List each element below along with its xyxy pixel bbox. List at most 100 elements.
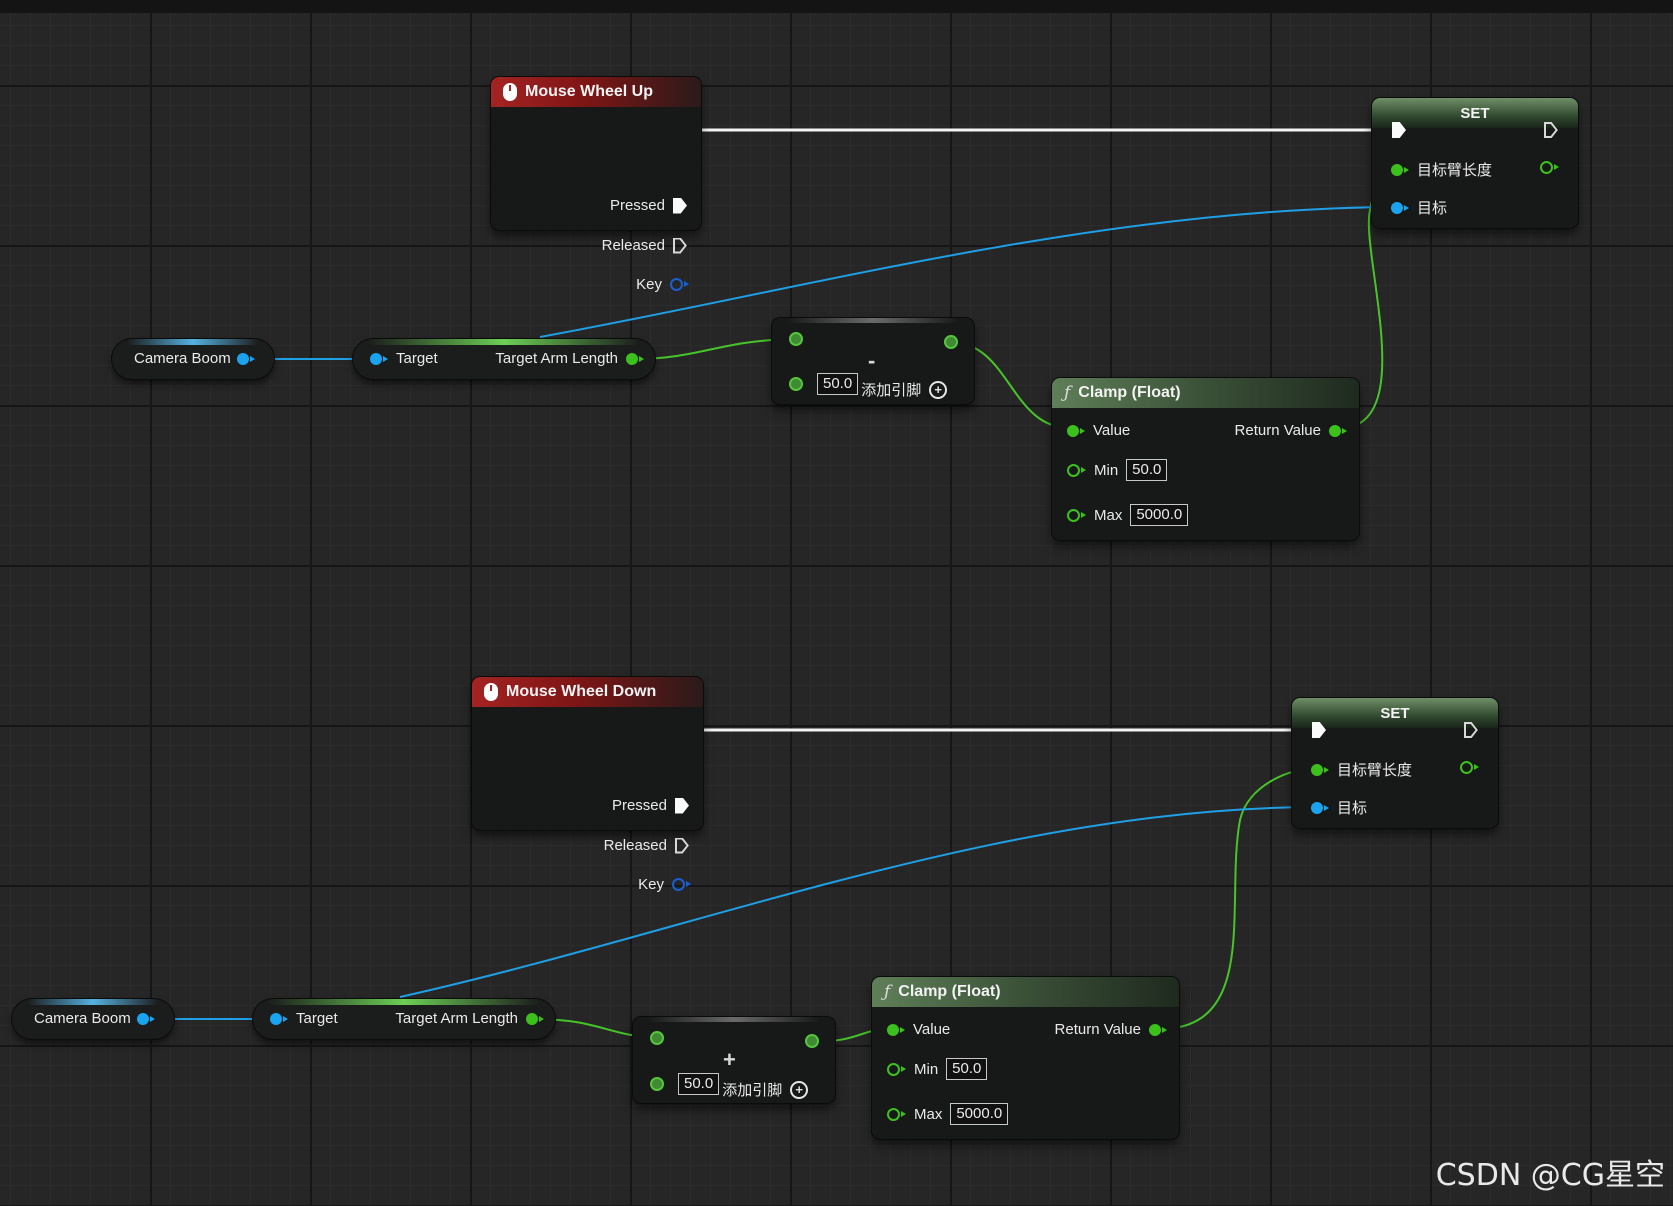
getter-input-row: Target [270, 1010, 338, 1027]
function-node-header: ƒ Clamp (Float) [1052, 378, 1359, 408]
float-output-pin[interactable] [1540, 161, 1559, 174]
pin-label: Max [1094, 506, 1123, 524]
exec-output-pin[interactable] [673, 238, 687, 254]
max-value-field[interactable]: 5000.0 [950, 1103, 1009, 1125]
float-input-pin[interactable] [789, 376, 803, 391]
math-input-row: 50.0 添加引脚 + [650, 1067, 809, 1100]
add-pin-label[interactable]: 添加引脚 [722, 1079, 782, 1100]
function-icon: ƒ [884, 982, 891, 1002]
set-node-arm-length[interactable]: SET 目标臂长度 目标 [1372, 98, 1578, 228]
add-pin-label[interactable]: 添加引脚 [861, 379, 921, 400]
target-arm-length-getter[interactable]: Target Target Arm Length [353, 339, 655, 379]
exec-output-pin[interactable] [673, 197, 687, 214]
clamp-return-row: Return Value [1054, 1021, 1167, 1038]
object-input-pin[interactable] [270, 1012, 288, 1025]
clamp-float-node[interactable]: ƒ Clamp (Float) Value Return Value Min 5… [1052, 378, 1359, 540]
float-input-pin[interactable] [887, 1062, 906, 1076]
clamp-min-row: Min 50.0 [1067, 459, 1168, 481]
math-input-row: 50.0 添加引脚 + [789, 367, 948, 400]
function-title: Clamp (Float) [898, 983, 1001, 1000]
camera-boom-variable[interactable]: Camera Boom [112, 339, 274, 379]
subtract-node[interactable]: - 50.0 添加引脚 + [772, 318, 974, 404]
object-input-pin[interactable] [370, 352, 388, 365]
pin-label: 目标臂长度 [1417, 162, 1493, 179]
clamp-min-row: Min 50.0 [887, 1058, 988, 1080]
pin-label: Released [601, 237, 665, 254]
float-output-pin[interactable] [944, 335, 958, 349]
float-output-pin[interactable] [526, 1012, 544, 1025]
set-arm-length-row: 目标臂长度 [1311, 759, 1412, 780]
clamp-max-row: Max 5000.0 [887, 1103, 1009, 1125]
pin-label: 目标 [1337, 800, 1368, 817]
function-icon: ƒ [1064, 383, 1071, 403]
exec-output-pin[interactable] [675, 838, 689, 854]
mouse-icon [503, 83, 517, 101]
min-value-field[interactable]: 50.0 [1126, 459, 1168, 481]
add-pin-icon[interactable]: + [929, 380, 948, 399]
object-input-pin[interactable] [1391, 201, 1409, 214]
event-node-mouse-wheel-down[interactable]: Mouse Wheel Down Pressed Released Key [472, 677, 703, 893]
set-node-arm-length[interactable]: SET 目标臂长度 目标 [1292, 698, 1498, 828]
value-field[interactable]: 50.0 [817, 372, 859, 395]
mouse-icon [484, 683, 498, 701]
function-title: Clamp (Float) [1078, 384, 1181, 401]
target-arm-length-getter[interactable]: Target Target Arm Length [253, 999, 555, 1039]
float-input-pin[interactable] [650, 1031, 664, 1045]
clamp-float-node[interactable]: ƒ Clamp (Float) Value Return Value Min 5… [872, 977, 1179, 1139]
event-title: Mouse Wheel Down [506, 683, 657, 700]
camera-boom-variable[interactable]: Camera Boom [12, 999, 174, 1039]
getter-input-row: Target [370, 350, 438, 367]
object-output-pin[interactable] [236, 352, 255, 365]
struct-output-pin[interactable] [670, 278, 689, 291]
clamp-value-row: Value [1067, 422, 1130, 439]
float-input-pin[interactable] [789, 332, 803, 346]
float-output-pin[interactable] [1149, 1023, 1167, 1036]
float-input-pin[interactable] [1391, 163, 1409, 176]
float-output-pin[interactable] [1329, 424, 1347, 437]
event-node-mouse-wheel-up[interactable]: Mouse Wheel Up Pressed Released Key [491, 77, 701, 293]
float-output-pin[interactable] [805, 1034, 819, 1048]
float-input-pin[interactable] [1067, 424, 1085, 437]
getter-output-row: Target Arm Length [495, 350, 644, 367]
add-pin-icon[interactable]: + [790, 1080, 809, 1099]
pin-label: 目标 [1417, 200, 1448, 217]
pin-label: Min [914, 1060, 939, 1078]
pin-label: Pressed [611, 797, 667, 814]
float-input-pin[interactable] [887, 1023, 905, 1036]
object-wire[interactable] [399, 806, 1318, 998]
pin-label: Released [603, 837, 667, 854]
object-output-pin[interactable] [136, 1012, 155, 1025]
max-value-field[interactable]: 5000.0 [1130, 504, 1189, 526]
event-title: Mouse Wheel Up [525, 83, 654, 100]
pin-label: Target [396, 350, 438, 367]
set-title: SET [1460, 104, 1490, 122]
watermark: CSDN @CG星空 [1435, 1158, 1665, 1193]
float-input-pin[interactable] [1311, 763, 1329, 776]
float-input-pin[interactable] [1067, 463, 1086, 477]
exec-output-pin[interactable] [675, 797, 689, 814]
float-output-pin[interactable] [626, 352, 644, 365]
value-field[interactable]: 50.0 [678, 1072, 720, 1095]
variable-label: Camera Boom [134, 350, 231, 367]
pin-label: Max [914, 1105, 943, 1123]
pin-label: Return Value [1054, 1021, 1141, 1038]
min-value-field[interactable]: 50.0 [946, 1058, 988, 1080]
pin-row-key: Key [493, 276, 689, 293]
float-input-pin[interactable] [650, 1076, 664, 1091]
getter-output-row: Target Arm Length [395, 1010, 544, 1027]
variable-label: Camera Boom [34, 1010, 131, 1027]
float-input-pin[interactable] [1067, 508, 1086, 522]
pin-label: Key [636, 276, 662, 293]
float-output-pin[interactable] [1460, 761, 1479, 774]
event-node-header: Mouse Wheel Up [491, 77, 701, 107]
pin-row-released: Released [479, 837, 689, 854]
pin-row-key: Key [475, 876, 691, 893]
pin-row-pressed: Pressed [479, 797, 689, 814]
float-input-pin[interactable] [887, 1107, 906, 1121]
object-input-pin[interactable] [1311, 801, 1329, 814]
struct-output-pin[interactable] [672, 878, 691, 891]
add-node[interactable]: + 50.0 添加引脚 + [633, 1017, 835, 1103]
pin-label: Value [1093, 422, 1131, 439]
event-node-header: Mouse Wheel Down [472, 677, 703, 707]
clamp-max-row: Max 5000.0 [1067, 504, 1189, 526]
